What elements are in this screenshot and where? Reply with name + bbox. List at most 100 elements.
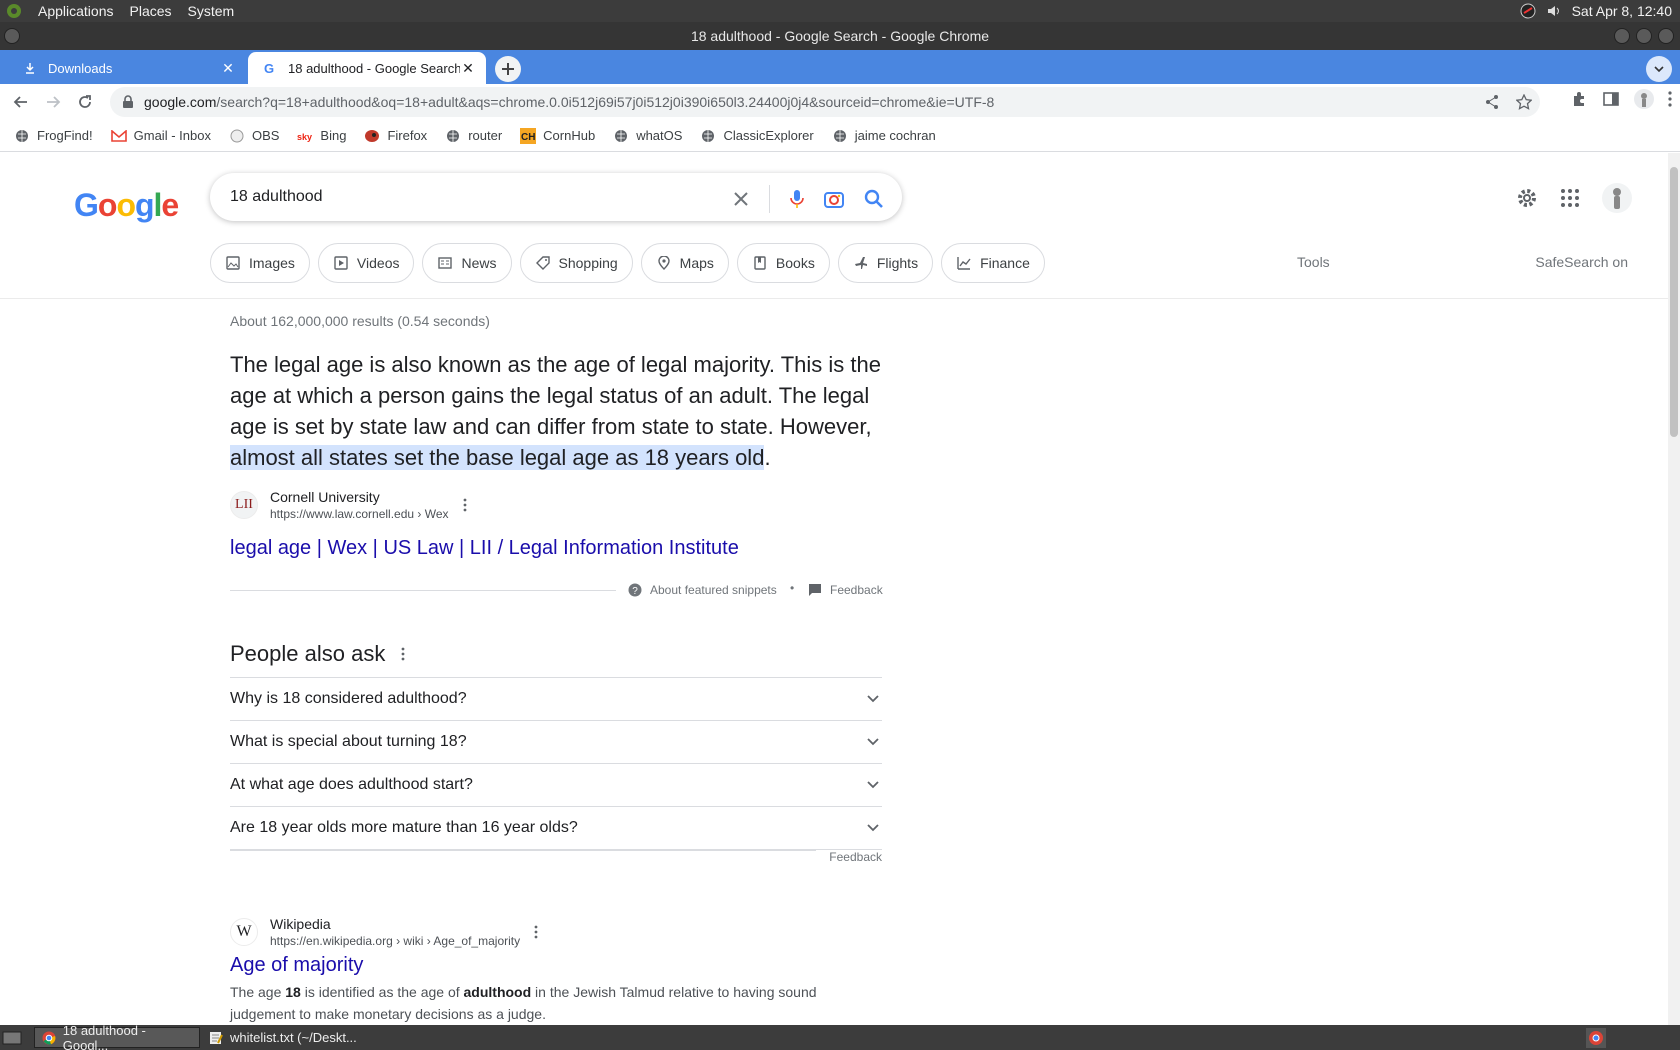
show-desktop-icon[interactable] bbox=[2, 1029, 22, 1047]
filter-maps[interactable]: Maps bbox=[640, 243, 729, 283]
video-icon bbox=[333, 255, 349, 271]
kebab-menu-icon[interactable] bbox=[1668, 91, 1672, 107]
search-icon[interactable] bbox=[864, 189, 884, 209]
lock-icon[interactable] bbox=[122, 95, 134, 109]
tab-google-search[interactable]: G 18 adulthood - Google Search ✕ bbox=[248, 52, 486, 84]
snippet-footer: ? About featured snippets • Feedback bbox=[230, 579, 883, 603]
chrome-tray-icon[interactable] bbox=[1586, 1028, 1606, 1048]
google-logo[interactable]: Google bbox=[74, 187, 179, 224]
globe-icon bbox=[613, 128, 629, 144]
bookmark-frogfind[interactable]: FrogFind! bbox=[14, 128, 93, 144]
settings-gear-icon[interactable] bbox=[1516, 187, 1538, 209]
forward-button[interactable] bbox=[38, 87, 68, 117]
address-bar[interactable]: google.com/search?q=18+adulthood&oq=18+a… bbox=[110, 87, 1540, 117]
bookmark-jaime-cochran[interactable]: jaime cochran bbox=[832, 128, 936, 144]
filter-flights[interactable]: Flights bbox=[837, 243, 934, 283]
new-tab-button[interactable] bbox=[495, 56, 521, 82]
help-icon: ? bbox=[628, 583, 642, 597]
paa-question[interactable]: What is special about turning 18? bbox=[230, 721, 882, 764]
bookmark-classicexplorer[interactable]: ClassicExplorer bbox=[700, 128, 814, 144]
paa-feedback[interactable]: Feedback bbox=[829, 850, 882, 864]
firefox-icon bbox=[364, 128, 380, 144]
bookmark-gmail[interactable]: Gmail - Inbox bbox=[110, 128, 211, 144]
filter-news[interactable]: News bbox=[422, 243, 512, 283]
close-window-button[interactable] bbox=[1658, 28, 1674, 44]
minimize-button[interactable] bbox=[1614, 28, 1630, 44]
network-icon[interactable] bbox=[1520, 3, 1536, 19]
profile-avatar-icon[interactable] bbox=[1634, 89, 1654, 109]
safesearch-button[interactable]: SafeSearch on bbox=[1535, 254, 1628, 270]
url-text: google.com/search?q=18+adulthood&oq=18+a… bbox=[144, 94, 995, 110]
wikipedia-source[interactable]: W Wikipedia https://en.wikipedia.org › w… bbox=[230, 916, 538, 948]
more-options-icon[interactable] bbox=[463, 498, 467, 512]
filter-images[interactable]: Images bbox=[210, 243, 310, 283]
book-icon bbox=[752, 255, 768, 271]
search-input[interactable]: 18 adulthood bbox=[210, 173, 902, 221]
bookmark-firefox[interactable]: Firefox bbox=[364, 128, 427, 144]
paa-question[interactable]: Are 18 year olds more mature than 16 yea… bbox=[230, 807, 882, 850]
search-query[interactable]: 18 adulthood bbox=[230, 188, 323, 206]
tab-search-button[interactable] bbox=[1646, 56, 1672, 82]
globe-icon bbox=[700, 128, 716, 144]
paa-question[interactable]: At what age does adulthood start? bbox=[230, 764, 882, 807]
bookmark-whatos[interactable]: whatOS bbox=[613, 128, 682, 144]
globe-icon bbox=[445, 128, 461, 144]
extensions-icon[interactable] bbox=[1570, 90, 1588, 108]
tab-strip: Downloads ✕ G 18 adulthood - Google Sear… bbox=[0, 50, 1680, 84]
gnome-foot-icon[interactable] bbox=[6, 3, 22, 19]
filter-books[interactable]: Books bbox=[736, 243, 830, 283]
clock[interactable]: Sat Apr 8, 12:40 bbox=[1572, 3, 1672, 19]
clear-icon[interactable] bbox=[733, 191, 749, 207]
more-options-icon[interactable] bbox=[534, 925, 538, 939]
lens-camera-icon[interactable] bbox=[824, 190, 844, 208]
snippet-result-link[interactable]: legal age | Wex | US Law | LII / Legal I… bbox=[230, 537, 739, 560]
people-also-ask-list: Why is 18 considered adulthood? What is … bbox=[230, 677, 882, 850]
menu-places[interactable]: Places bbox=[130, 3, 172, 19]
taskbar-item-chrome[interactable]: 18 adulthood - Googl... bbox=[34, 1023, 200, 1050]
search-filters: Images Videos News Shopping Maps Books F… bbox=[210, 243, 1045, 283]
microphone-icon[interactable] bbox=[790, 189, 804, 209]
paa-question[interactable]: Why is 18 considered adulthood? bbox=[230, 678, 882, 721]
close-icon[interactable]: ✕ bbox=[460, 60, 476, 76]
svg-text:sky: sky bbox=[297, 132, 312, 142]
bookmark-obs[interactable]: OBS bbox=[229, 128, 279, 144]
feedback-icon bbox=[809, 584, 821, 596]
reload-button[interactable] bbox=[70, 87, 100, 117]
filter-shopping[interactable]: Shopping bbox=[519, 243, 633, 283]
result-stats: About 162,000,000 results (0.54 seconds) bbox=[230, 313, 490, 329]
chevron-down-icon bbox=[867, 781, 879, 789]
page-scrollbar[interactable] bbox=[1668, 153, 1680, 1025]
tools-button[interactable]: Tools bbox=[1297, 254, 1330, 270]
chevron-down-icon bbox=[1654, 66, 1664, 73]
window-titlebar[interactable]: 18 adulthood - Google Search - Google Ch… bbox=[0, 22, 1680, 50]
apps-grid-icon[interactable] bbox=[1560, 188, 1580, 208]
account-avatar[interactable] bbox=[1602, 183, 1632, 213]
close-icon[interactable]: ✕ bbox=[220, 60, 236, 76]
volume-icon[interactable] bbox=[1546, 3, 1562, 19]
scrollbar-thumb[interactable] bbox=[1670, 167, 1678, 437]
featured-snippet-text: The legal age is also known as the age o… bbox=[230, 352, 881, 470]
star-icon[interactable] bbox=[1516, 94, 1532, 110]
bookmark-router[interactable]: router bbox=[445, 128, 502, 144]
paa-footer: Feedback bbox=[230, 850, 882, 870]
about-featured-snippets[interactable]: ? About featured snippets bbox=[628, 583, 777, 597]
more-options-icon[interactable] bbox=[401, 647, 405, 661]
maximize-button[interactable] bbox=[1636, 28, 1652, 44]
back-button[interactable] bbox=[6, 87, 36, 117]
share-icon[interactable] bbox=[1484, 94, 1500, 110]
menu-applications[interactable]: Applications bbox=[38, 3, 114, 19]
side-panel-icon[interactable] bbox=[1602, 90, 1620, 108]
taskbar-item-text-editor[interactable]: whitelist.txt (~/Deskt... bbox=[202, 1027, 368, 1048]
ch-icon: CH bbox=[520, 127, 537, 144]
window-menu-button[interactable] bbox=[4, 28, 20, 44]
wikipedia-result-link[interactable]: Age of majority bbox=[230, 954, 363, 977]
tab-downloads[interactable]: Downloads ✕ bbox=[0, 52, 246, 84]
menu-system[interactable]: System bbox=[188, 3, 235, 19]
bookmark-cornhub[interactable]: CH CornHub bbox=[520, 127, 595, 144]
filter-videos[interactable]: Videos bbox=[317, 243, 415, 283]
download-icon bbox=[22, 60, 38, 76]
snippet-feedback[interactable]: Feedback bbox=[808, 583, 883, 597]
bookmark-bing[interactable]: sky Bing bbox=[297, 128, 346, 144]
filter-finance[interactable]: Finance bbox=[941, 243, 1045, 283]
snippet-source[interactable]: LII Cornell University https://www.law.c… bbox=[230, 489, 467, 521]
